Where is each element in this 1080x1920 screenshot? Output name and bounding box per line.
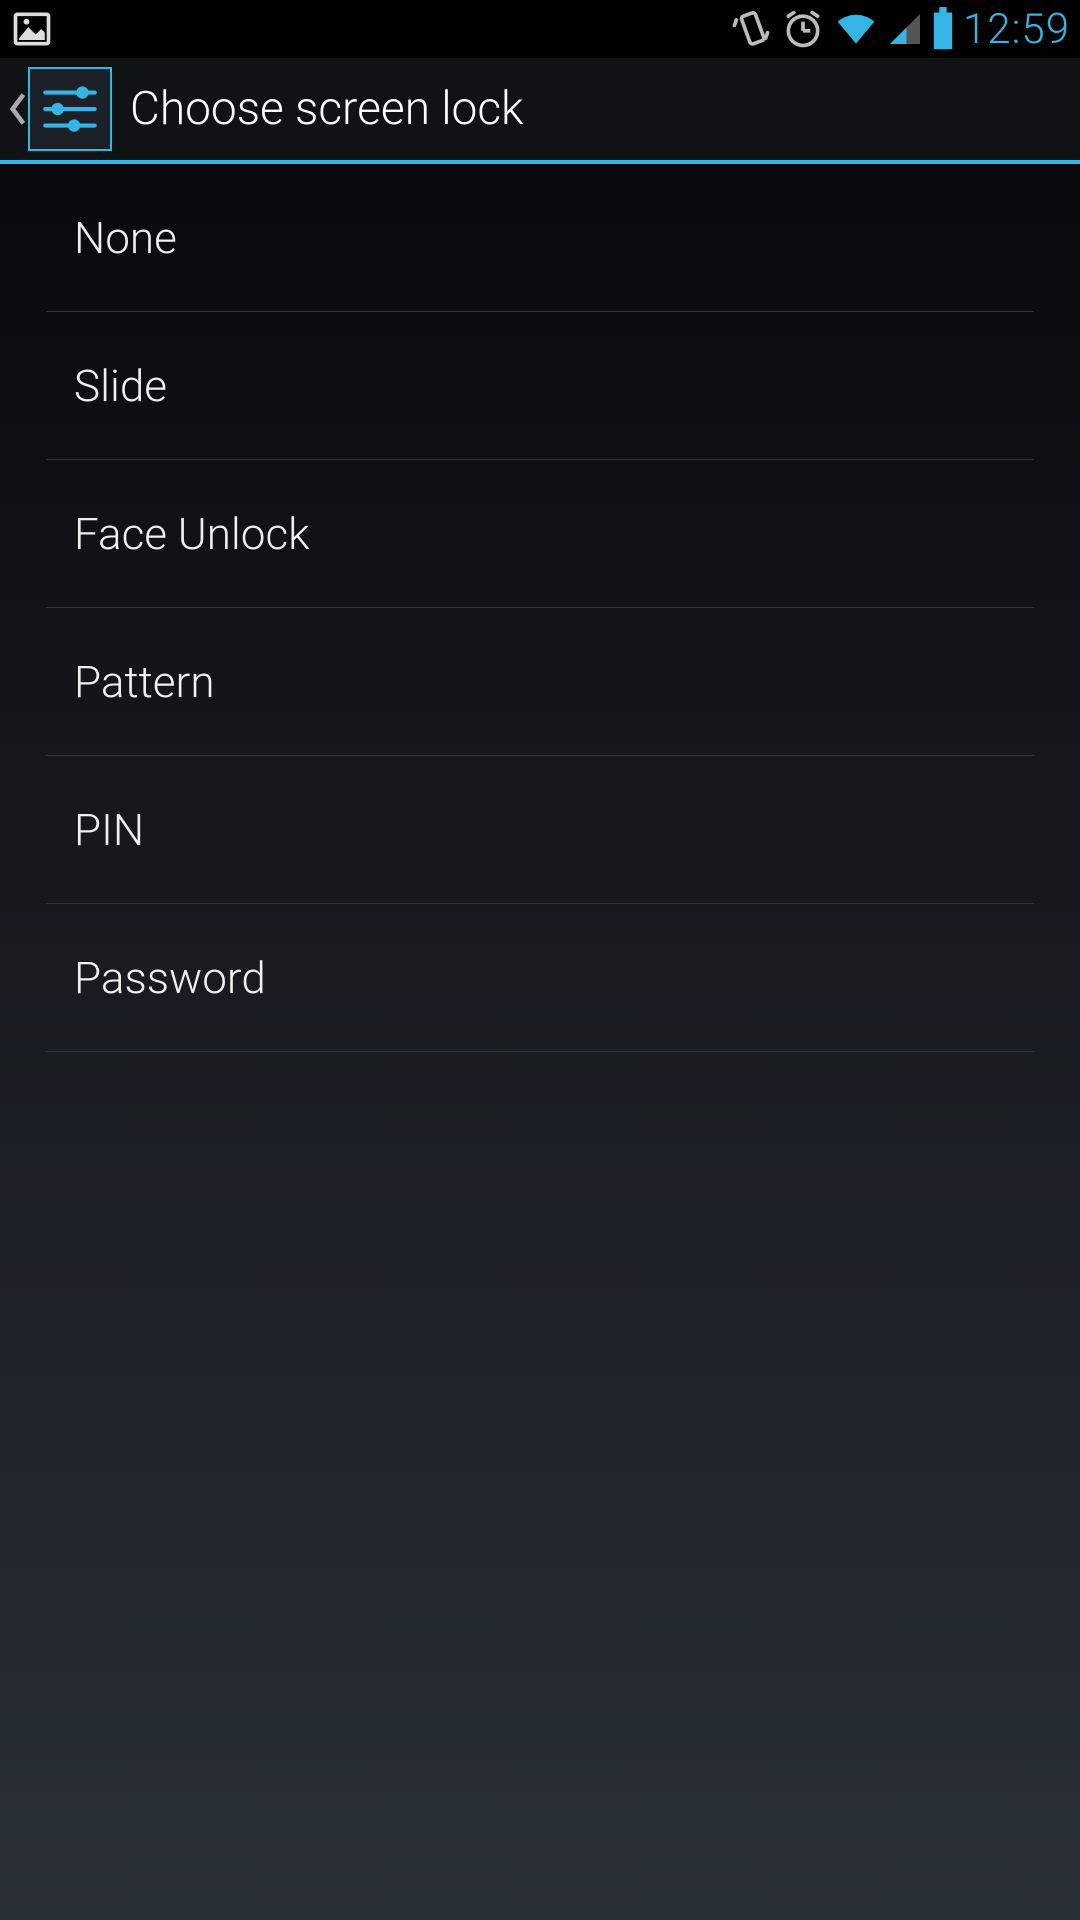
list-item-label: Slide [74,360,167,412]
status-clock: 12:59 [963,5,1070,54]
alarm-icon [781,7,825,51]
page-title: Choose screen lock [130,82,524,136]
lock-option-pattern[interactable]: Pattern [46,608,1034,756]
screenshot-notification-icon [10,7,54,51]
lock-option-face-unlock[interactable]: Face Unlock [46,460,1034,608]
list-item-label: Face Unlock [74,508,310,560]
back-chevron-icon[interactable] [8,89,28,129]
action-bar[interactable]: Choose screen lock [0,58,1080,164]
status-bar: 12:59 [0,0,1080,58]
lock-option-none[interactable]: None [46,164,1034,312]
lock-option-slide[interactable]: Slide [46,312,1034,460]
status-right: 12:59 [729,5,1070,54]
battery-icon [931,7,955,51]
list-item-label: PIN [74,804,144,856]
lock-option-pin[interactable]: PIN [46,756,1034,904]
list-item-label: Password [74,952,266,1004]
status-left [10,7,54,51]
vibrate-icon [729,7,773,51]
wifi-icon [833,7,879,51]
lock-option-password[interactable]: Password [46,904,1034,1052]
list-item-label: Pattern [74,656,215,708]
settings-sliders-icon[interactable] [28,67,112,151]
cellular-icon [887,7,923,51]
list-item-label: None [74,212,177,264]
lock-options-list: None Slide Face Unlock Pattern PIN Passw… [0,164,1080,1052]
